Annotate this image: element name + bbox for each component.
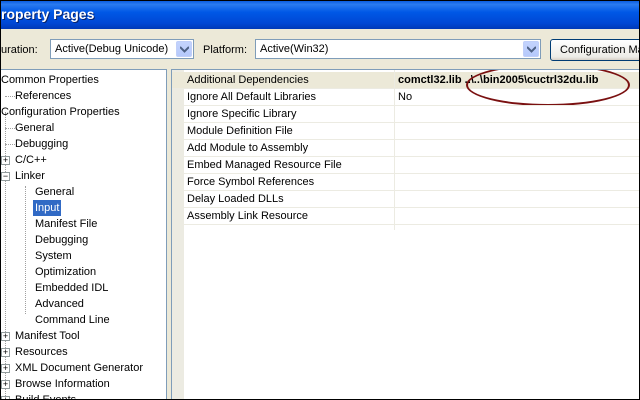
tree-item-linker-input[interactable]: Input — [31, 199, 63, 217]
property-name: Add Module to Assembly — [187, 142, 309, 154]
tree-item-general[interactable]: General — [13, 120, 56, 136]
tree-item-browse-information[interactable]: Browse Information — [13, 376, 112, 392]
property-row-force-symbol-references[interactable]: Force Symbol References — [172, 174, 639, 191]
tree-item-linker-debugging[interactable]: Debugging — [33, 232, 90, 248]
tree-item-xml-document-generator[interactable]: XML Document Generator — [13, 360, 145, 376]
property-tree: Common Properties References Configurati… — [1, 69, 167, 399]
property-row-embed-managed-resource-file[interactable]: Embed Managed Resource File — [172, 157, 639, 174]
property-grid: Additional Dependencies comctl32.lib ..\… — [171, 69, 639, 399]
property-name: Assembly Link Resource — [187, 210, 309, 222]
tree-item-system[interactable]: System — [33, 248, 74, 264]
expand-icon[interactable]: + — [1, 156, 10, 165]
chevron-down-icon — [527, 46, 536, 53]
property-row-assembly-link-resource[interactable]: Assembly Link Resource — [172, 208, 639, 225]
window-title: roperty Pages — [1, 6, 95, 22]
expand-icon[interactable]: + — [1, 380, 10, 389]
tree-item-advanced[interactable]: Advanced — [33, 296, 86, 312]
expand-icon[interactable]: + — [1, 332, 10, 341]
tree-item-optimization[interactable]: Optimization — [33, 264, 98, 280]
configuration-manager-button[interactable]: Configuration Ma — [550, 39, 639, 61]
tree-item-configuration-properties[interactable]: Configuration Properties — [1, 104, 122, 120]
tree-item-build-events[interactable]: Build Events — [13, 392, 78, 399]
expand-icon[interactable]: + — [1, 364, 10, 373]
tree-item-command-line[interactable]: Command Line — [33, 312, 112, 328]
property-name: Embed Managed Resource File — [187, 159, 342, 171]
tree-line — [25, 186, 27, 314]
expand-icon[interactable]: + — [1, 348, 10, 357]
property-name: Delay Loaded DLLs — [187, 193, 284, 205]
platform-label: Platform: — [203, 44, 248, 56]
property-row-delay-loaded-dlls[interactable]: Delay Loaded DLLs — [172, 191, 639, 208]
property-row-module-definition-file[interactable]: Module Definition File — [172, 123, 639, 140]
property-row-ignore-specific-library[interactable]: Ignore Specific Library — [172, 106, 639, 123]
property-name: Force Symbol References — [187, 176, 315, 188]
tree-item-resources[interactable]: Resources — [13, 344, 70, 360]
platform-value: Active(Win32) — [260, 43, 329, 55]
property-pages-window: roperty Pages uration: Active(Debug Unic… — [0, 0, 640, 400]
tree-item-linker-general[interactable]: General — [33, 184, 76, 200]
tree-item-debugging[interactable]: Debugging — [13, 136, 70, 152]
platform-dropdown-button[interactable] — [523, 41, 539, 57]
configuration-label: uration: — [1, 44, 38, 56]
property-name: Ignore All Default Libraries — [187, 91, 317, 103]
tree-item-common-properties[interactable]: Common Properties — [1, 72, 101, 88]
expand-icon[interactable]: + — [1, 396, 10, 399]
tree-item-references[interactable]: References — [13, 88, 73, 104]
collapse-icon[interactable]: − — [1, 172, 10, 181]
chevron-down-icon — [180, 46, 189, 53]
property-name: Module Definition File — [187, 125, 293, 137]
property-row-add-module-to-assembly[interactable]: Add Module to Assembly — [172, 140, 639, 157]
property-row-ignore-all-default-libraries[interactable]: Ignore All Default Libraries No — [172, 89, 639, 106]
tree-item-embedded-idl[interactable]: Embedded IDL — [33, 280, 110, 296]
property-value: No — [398, 91, 413, 103]
platform-select[interactable]: Active(Win32) — [255, 39, 541, 59]
tree-item-manifest-file[interactable]: Manifest File — [33, 216, 99, 232]
tree-item-manifest-tool[interactable]: Manifest Tool — [13, 328, 82, 344]
property-row-additional-dependencies[interactable]: Additional Dependencies comctl32.lib ..\… — [172, 70, 639, 106]
property-name: Ignore Specific Library — [187, 108, 297, 120]
title-bar[interactable]: roperty Pages — [1, 1, 639, 29]
tree-item-linker[interactable]: Linker — [13, 168, 47, 184]
configuration-value: Active(Debug Unicode) — [55, 43, 169, 55]
property-name: Additional Dependencies — [187, 74, 309, 86]
property-value-comctl32: comctl32.lib — [398, 74, 462, 86]
tree-item-cpp[interactable]: C/C++ — [13, 152, 49, 168]
configuration-select[interactable]: Active(Debug Unicode) — [50, 39, 194, 59]
configuration-dropdown-button[interactable] — [176, 41, 192, 57]
